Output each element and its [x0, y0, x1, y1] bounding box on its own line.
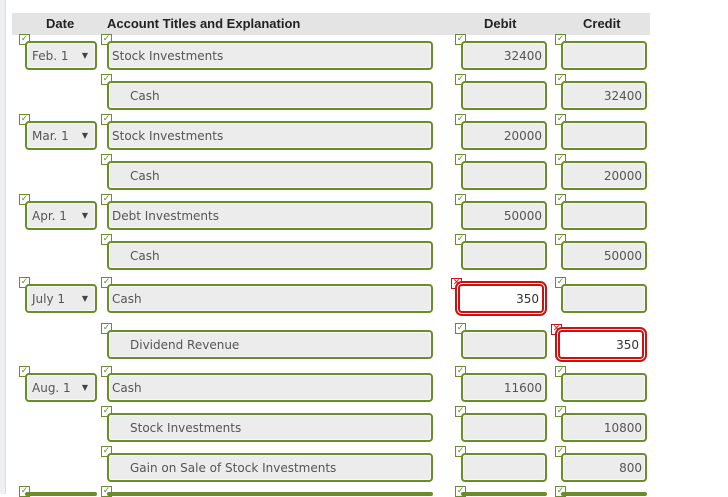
date-select[interactable]: July 1 ▼	[25, 284, 97, 313]
debit-input[interactable]: 350	[458, 284, 544, 313]
credit-input[interactable]	[561, 492, 647, 496]
date-select[interactable]	[25, 492, 97, 496]
credit-input[interactable]: 20000	[561, 161, 647, 190]
account-input[interactable]: Dividend Revenue	[107, 330, 433, 359]
credit-column-header: Credit	[583, 16, 621, 31]
credit-input[interactable]: 10800	[561, 413, 647, 442]
credit-input[interactable]	[561, 373, 647, 402]
debit-input[interactable]	[461, 81, 547, 110]
chevron-down-icon: ▼	[81, 51, 88, 60]
debit-input[interactable]: 11600	[461, 373, 547, 402]
account-input[interactable]: Cash	[107, 161, 433, 190]
account-input[interactable]: Cash	[107, 373, 433, 402]
account-input[interactable]: Stock Investments	[107, 121, 433, 150]
account-input[interactable]: Stock Investments	[107, 41, 433, 70]
credit-input[interactable]	[561, 41, 647, 70]
debit-input[interactable]: 50000	[461, 201, 547, 230]
date-select[interactable]: Aug. 1 ▼	[25, 373, 97, 402]
debit-input[interactable]	[461, 413, 547, 442]
date-select-value: July 1	[32, 292, 66, 306]
date-select-value: Apr. 1	[32, 209, 67, 223]
date-select[interactable]: Feb. 1 ▼	[25, 41, 97, 70]
date-select-value: Mar. 1	[32, 129, 69, 143]
account-input[interactable]: Debt Investments	[107, 201, 433, 230]
table-header: Date Account Titles and Explanation Debi…	[12, 13, 650, 35]
debit-input[interactable]: 20000	[461, 121, 547, 150]
date-select[interactable]: Mar. 1 ▼	[25, 121, 97, 150]
credit-input[interactable]: 50000	[561, 241, 647, 270]
credit-input[interactable]	[561, 201, 647, 230]
account-input[interactable]: Gain on Sale of Stock Investments	[107, 453, 433, 482]
account-input[interactable]: Cash	[107, 241, 433, 270]
date-select[interactable]: Apr. 1 ▼	[25, 201, 97, 230]
account-input[interactable]: Stock Investments	[107, 413, 433, 442]
left-panel-edge	[0, 0, 6, 494]
debit-input[interactable]	[461, 492, 547, 496]
chevron-down-icon: ▼	[81, 211, 88, 220]
chevron-down-icon: ▼	[81, 294, 88, 303]
debit-input[interactable]	[461, 453, 547, 482]
chevron-down-icon: ▼	[81, 383, 88, 392]
debit-column-header: Debit	[484, 16, 517, 31]
chevron-down-icon: ▼	[81, 131, 88, 140]
debit-input[interactable]	[461, 241, 547, 270]
credit-input[interactable]: 32400	[561, 81, 647, 110]
account-input[interactable]: Cash	[107, 284, 433, 313]
date-select-value: Aug. 1	[32, 381, 71, 395]
credit-input[interactable]: 800	[561, 453, 647, 482]
date-select-value: Feb. 1	[32, 49, 69, 63]
credit-input[interactable]	[561, 121, 647, 150]
credit-input[interactable]: 350	[558, 330, 644, 359]
date-column-header: Date	[46, 16, 75, 31]
account-input[interactable]	[107, 492, 433, 496]
account-column-header: Account Titles and Explanation	[107, 16, 301, 31]
credit-input[interactable]	[561, 284, 647, 313]
debit-input[interactable]: 32400	[461, 41, 547, 70]
account-input[interactable]: Cash	[107, 81, 433, 110]
debit-input[interactable]	[461, 161, 547, 190]
debit-input[interactable]	[461, 330, 547, 359]
